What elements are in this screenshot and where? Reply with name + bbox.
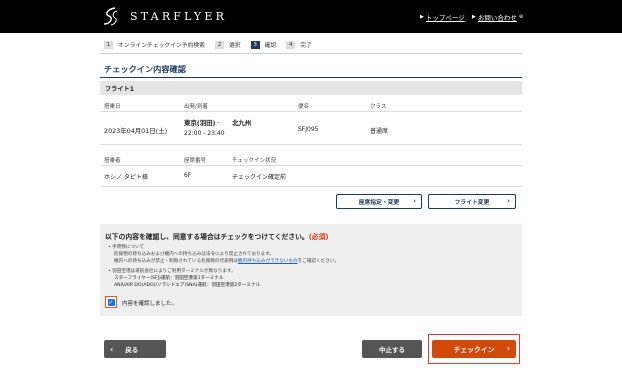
flight-section-header: フライト1 xyxy=(100,81,522,95)
contact-link[interactable]: ▶ お問い合わせ ⊕ xyxy=(472,12,523,22)
checkin-button[interactable]: チェックイン › xyxy=(432,340,516,358)
cancel-button[interactable]: 中止する xyxy=(362,340,422,358)
step-number: 4 xyxy=(286,40,296,49)
consent-checkbox-label[interactable]: 内容を確認しました。 xyxy=(122,299,177,307)
notice-terminal-ana: ANA/AIR DO(ADO)/ソラシドエア(SNA)運航：羽田空港第2ターミナ… xyxy=(114,283,261,288)
col-header-date: 搭乗日 xyxy=(104,104,121,110)
site-header: STARFLYER ▶ トップページ ▶ お問い合わせ ⊕ xyxy=(0,0,622,33)
consent-checkbox-frame[interactable]: ✓ xyxy=(105,296,117,308)
brand-name[interactable]: STARFLYER xyxy=(130,10,227,23)
divider xyxy=(100,53,522,54)
row-divider xyxy=(100,144,522,145)
flight-destination: 北九州 xyxy=(232,119,252,127)
col-header-class: クラス xyxy=(370,104,387,110)
step-number: 1 xyxy=(104,40,113,49)
consent-notice: 以下の内容を確認し、同意する場合はチェックをつけてください。(必須) • 手荷物… xyxy=(100,224,522,316)
flight-times: 22:00 - 23:40 xyxy=(184,130,225,137)
col-header-route: 出発/到着 xyxy=(184,104,208,110)
flight-section-label: フライト1 xyxy=(105,86,135,93)
arrow-right-icon: ▶ xyxy=(420,14,424,20)
checkin-status: チェックイン確定前 xyxy=(232,174,287,181)
notice-title: 以下の内容を確認し、同意する場合はチェックをつけてください。(必須) xyxy=(105,231,329,241)
starflyer-logo-icon[interactable] xyxy=(100,5,122,27)
prohibited-items-link[interactable]: 機内持ち込みができないもの xyxy=(238,259,298,264)
flight-origin: 東京(羽田) xyxy=(184,119,216,127)
external-window-icon: ⊕ xyxy=(518,14,524,20)
step-complete: 4 完了 xyxy=(286,40,312,49)
chevron-right-icon: › xyxy=(507,197,510,205)
seat-number: 6F xyxy=(184,172,192,179)
back-button[interactable]: ‹ 戻る xyxy=(104,340,166,358)
col-header-seat: 座席番号 xyxy=(184,158,207,164)
notice-terminal-heading: • 羽田空港は運航会社によりご利用ターミナルが異なります。 xyxy=(108,269,236,274)
seat-change-button[interactable]: 座席指定・変更 › xyxy=(336,194,422,209)
route-separator: - xyxy=(217,118,220,126)
passenger-name: ホシノ タピト様 xyxy=(104,174,148,181)
step-select: 2 選択 xyxy=(214,40,241,49)
checkin-button-label: チェックイン xyxy=(453,346,495,354)
step-number: 2 xyxy=(214,40,224,49)
chevron-right-icon: › xyxy=(506,344,510,353)
step-label: 確認 xyxy=(264,43,277,49)
flight-date: 2023年04月01日(土) xyxy=(104,127,168,135)
seat-class: 普通席 xyxy=(370,128,389,135)
contact-link-label: お問い合わせ xyxy=(477,14,517,22)
chevron-left-icon: ‹ xyxy=(110,344,114,354)
flight-change-button[interactable]: フライト変更 › xyxy=(428,194,516,209)
row-divider xyxy=(100,186,522,187)
step-number: 3 xyxy=(250,40,260,49)
notice-dangerous-goods: 危険物の持ち込みおよび機内への持ち込みは法令により禁止されております。 xyxy=(114,252,274,257)
step-label: 完了 xyxy=(300,43,312,49)
notice-terminal-sfj: スターフライヤー(SFJ)運航：羽田空港第1ターミナル xyxy=(114,276,224,281)
flight-number: SFJ095 xyxy=(298,126,319,133)
col-header-passenger: 搭乗者 xyxy=(104,158,121,164)
row-divider xyxy=(100,111,522,112)
checkin-button-highlight: チェックイン › xyxy=(428,334,520,364)
consent-checkbox[interactable]: ✓ xyxy=(107,298,115,306)
notice-ref-pre: 機内への持ち込みが禁止・制限されている危険物の代表例は xyxy=(114,259,238,264)
notice-dangerous-goods-ref: 機内への持ち込みが禁止・制限されている危険物の代表例は機内持ち込みができないもの… xyxy=(114,258,339,264)
step-label: 選択 xyxy=(228,43,241,49)
notice-title-text: 以下の内容を確認し、同意する場合はチェックをつけてください。 xyxy=(105,233,309,241)
cancel-button-label: 中止する xyxy=(379,346,405,354)
row-divider xyxy=(100,165,522,166)
step-label: オンラインチェックイン予約検索 xyxy=(118,43,205,49)
progress-steps: 1 オンラインチェックイン予約検索 2 選択 3 確認 4 完了 xyxy=(104,40,322,49)
notice-ref-post: をご確認ください。 xyxy=(297,259,339,264)
step-confirm: 3 確認 xyxy=(250,40,277,49)
top-page-link[interactable]: ▶ トップページ xyxy=(420,12,465,22)
required-marker: (必須) xyxy=(308,233,329,241)
top-page-link-label: トップページ xyxy=(425,14,465,22)
chevron-right-icon: › xyxy=(413,197,416,205)
back-button-label: 戻る xyxy=(125,346,139,354)
flight-change-label: フライト変更 xyxy=(454,200,490,206)
seat-change-label: 座席指定・変更 xyxy=(358,200,400,206)
col-header-flight: 便名 xyxy=(298,104,310,110)
step-search: 1 オンラインチェックイン予約検索 xyxy=(104,40,205,49)
title-underline xyxy=(100,77,522,78)
page-title: チェックイン内容確認 xyxy=(104,64,186,74)
arrow-right-icon: ▶ xyxy=(472,14,476,20)
col-header-status: チェックイン状況 xyxy=(232,158,277,164)
notice-baggage-heading: • 手荷物について xyxy=(108,245,145,250)
